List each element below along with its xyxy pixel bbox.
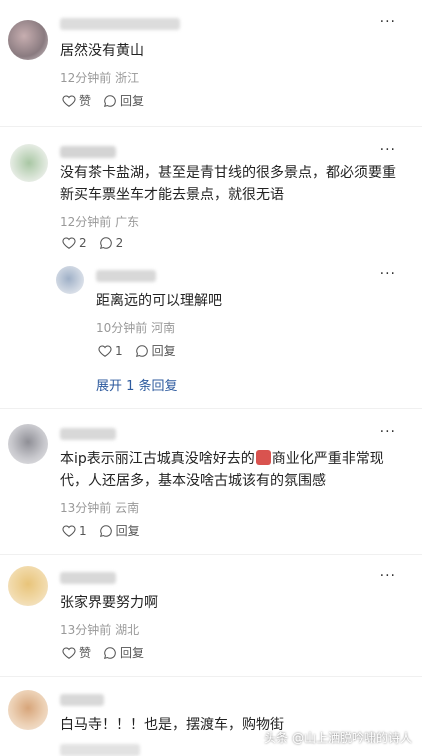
reply-button[interactable]: 回复: [103, 92, 144, 109]
emoji-icon: [255, 450, 271, 465]
comment-text-part: 本ip表示丽江古城真没啥好去的: [60, 451, 255, 467]
reply-button[interactable]: 回复: [135, 342, 176, 359]
comment-meta: 12分钟前 广东: [60, 213, 139, 230]
heart-icon: [62, 237, 76, 249]
reply-meta: 10分钟前 河南: [96, 319, 175, 336]
like-button[interactable]: 2: [62, 236, 87, 250]
like-button[interactable]: 1: [62, 524, 87, 538]
comment-text: 白马寺！！！也是，摆渡车，购物街: [60, 717, 284, 733]
comment-meta: 13分钟前 云南: [60, 499, 139, 516]
comment-time: 13分钟前: [60, 501, 112, 515]
comment-time: 13分钟前: [60, 623, 112, 637]
username[interactable]: [96, 270, 156, 282]
avatar[interactable]: [8, 424, 48, 464]
more-icon[interactable]: ···: [380, 266, 396, 282]
comment-text: 本ip表示丽江古城真没啥好去的 商业化严重非常现: [60, 448, 384, 470]
reply-count: 2: [115, 236, 124, 250]
avatar[interactable]: [8, 566, 48, 606]
reply-button[interactable]: 2: [99, 236, 124, 250]
comment-icon: [104, 94, 116, 107]
comment-meta: [60, 744, 140, 756]
comment-text: 张家界要努力啊: [60, 595, 158, 611]
more-icon[interactable]: ···: [380, 568, 396, 584]
heart-icon: [62, 646, 76, 659]
reply-label: 回复: [120, 94, 145, 108]
like-count: 2: [79, 236, 87, 250]
comment-time: 12分钟前: [60, 215, 112, 229]
comment-location: 广东: [115, 215, 140, 229]
like-button[interactable]: 赞: [62, 92, 91, 109]
comment-meta: 13分钟前 湖北: [60, 621, 139, 638]
reply-button[interactable]: 回复: [103, 644, 144, 661]
reply-location: 河南: [151, 321, 176, 335]
username[interactable]: [60, 18, 180, 30]
comment-text: 居然没有黄山: [60, 43, 144, 59]
username[interactable]: [60, 572, 116, 584]
reply-label: 回复: [115, 524, 140, 538]
comment-text: 新买车票坐车才能去景点，就很无语: [60, 187, 284, 203]
comment-meta: 12分钟前 浙江: [60, 69, 139, 86]
more-icon[interactable]: ···: [380, 14, 396, 30]
reply-text: 距离远的可以理解吧: [96, 293, 222, 309]
comment-text: 代，人还居多，基本没啥古城该有的氛围感: [60, 473, 326, 489]
comment-location: 浙江: [115, 71, 140, 85]
more-icon[interactable]: ···: [380, 142, 396, 158]
avatar[interactable]: [8, 690, 48, 730]
heart-icon: [62, 94, 76, 107]
comment-text: 没有茶卡盐湖，甚至是青甘线的很多景点，都必须要重: [60, 165, 396, 181]
username[interactable]: [60, 146, 116, 158]
heart-icon: [62, 524, 76, 537]
avatar[interactable]: [8, 20, 48, 60]
comment-actions: 赞 回复: [62, 644, 144, 661]
like-label: 赞: [79, 646, 92, 660]
watermark: 头条 @山上洒脱吟啸的诗人: [264, 731, 412, 745]
comment-icon: [99, 524, 112, 537]
like-count: 1: [79, 523, 87, 538]
comment-actions: 1 回复: [62, 522, 140, 539]
like-label: 赞: [79, 94, 92, 108]
reply-button[interactable]: 回复: [99, 522, 140, 539]
like-button[interactable]: 赞: [62, 644, 91, 661]
like-count: 1: [115, 343, 123, 358]
reply-label: 回复: [120, 646, 145, 660]
reply-label: 回复: [151, 344, 176, 358]
comment-icon: [104, 646, 116, 659]
divider: [0, 676, 422, 677]
expand-replies-link[interactable]: 展开 1 条回复: [96, 375, 178, 394]
comment-time: 12分钟前: [60, 71, 112, 85]
more-icon[interactable]: ···: [380, 424, 396, 440]
avatar[interactable]: [10, 144, 48, 182]
divider: [0, 408, 422, 409]
comment-text-part: 商业化严重非常现: [271, 451, 384, 467]
comment-icon: [135, 344, 148, 357]
comment-location: 湖北: [115, 623, 140, 637]
comment-actions: 赞 回复: [62, 92, 144, 109]
username[interactable]: [60, 694, 104, 706]
comment-actions: 2 2: [62, 236, 123, 250]
divider: [0, 554, 422, 555]
divider: [0, 126, 422, 127]
reply-time: 10分钟前: [96, 321, 148, 335]
like-button[interactable]: 1: [98, 344, 123, 358]
comment-location: 云南: [115, 501, 140, 515]
heart-icon: [98, 344, 112, 357]
reply-actions: 1 回复: [98, 342, 176, 359]
username[interactable]: [60, 428, 116, 440]
comment-icon: [99, 237, 112, 249]
avatar[interactable]: [56, 266, 84, 294]
